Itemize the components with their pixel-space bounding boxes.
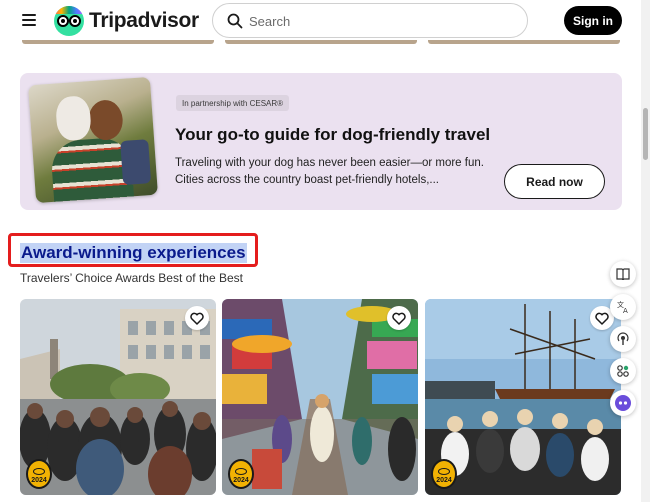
- owl-icon: [235, 468, 247, 475]
- book-icon: [616, 268, 630, 280]
- translate-icon: 文A: [617, 300, 628, 314]
- heart-icon: [190, 312, 204, 325]
- apps-button[interactable]: [610, 358, 636, 384]
- badge-year: 2024: [436, 477, 452, 484]
- listen-button[interactable]: [610, 326, 636, 352]
- travelers-choice-badge: 2024: [228, 459, 254, 489]
- travelers-choice-badge: 2024: [431, 459, 457, 489]
- search-icon: [227, 13, 243, 29]
- save-heart-button[interactable]: [387, 306, 411, 330]
- assistant-icon: [615, 395, 631, 411]
- menu-icon[interactable]: [22, 14, 36, 26]
- assistant-button[interactable]: [610, 390, 636, 416]
- experience-card[interactable]: 2024: [425, 299, 621, 495]
- translate-button[interactable]: 文A: [610, 294, 636, 320]
- dog-friendly-promo-banner[interactable]: In partnership with CESAR® Your go-to gu…: [20, 73, 622, 210]
- podcast-icon: [617, 332, 629, 345]
- owl-icon: [438, 468, 450, 475]
- badge-year: 2024: [233, 477, 249, 484]
- promo-photo-woman-with-dog: [28, 76, 158, 204]
- brand-name: Tripadvisor: [89, 9, 199, 32]
- previous-card-edge: [428, 40, 620, 44]
- promo-description: Traveling with your dog has never been e…: [175, 157, 484, 186]
- owl-logo-icon: [54, 6, 84, 36]
- promo-title: Your go-to guide for dog-friendly travel: [175, 125, 491, 144]
- read-now-button[interactable]: Read now: [504, 164, 605, 199]
- experience-card[interactable]: 2024: [20, 299, 216, 495]
- badge-year: 2024: [31, 477, 47, 484]
- partner-tag: In partnership with CESAR®: [176, 95, 290, 111]
- section-title[interactable]: Award-winning experiences: [20, 243, 247, 263]
- svg-text:A: A: [623, 307, 628, 314]
- page-scrollbar[interactable]: [641, 0, 650, 502]
- search-bar[interactable]: [212, 3, 528, 38]
- sign-in-button[interactable]: Sign in: [564, 6, 622, 35]
- search-input[interactable]: [249, 10, 509, 32]
- brand-logo[interactable]: Tripadvisor: [54, 6, 199, 36]
- owl-icon: [33, 468, 45, 475]
- grid-icon: [617, 365, 629, 377]
- reader-mode-button[interactable]: [610, 261, 636, 287]
- previous-card-edge: [225, 40, 417, 44]
- experience-card[interactable]: 2024: [222, 299, 418, 495]
- scrollbar-thumb[interactable]: [643, 108, 648, 160]
- travelers-choice-badge: 2024: [26, 459, 52, 489]
- previous-card-edge: [22, 40, 214, 44]
- save-heart-button[interactable]: [185, 306, 209, 330]
- section-subtitle: Travelers’ Choice Awards Best of the Bes…: [20, 271, 243, 285]
- heart-icon: [392, 312, 406, 325]
- top-header: Tripadvisor Sign in: [0, 0, 640, 42]
- heart-icon: [595, 312, 609, 325]
